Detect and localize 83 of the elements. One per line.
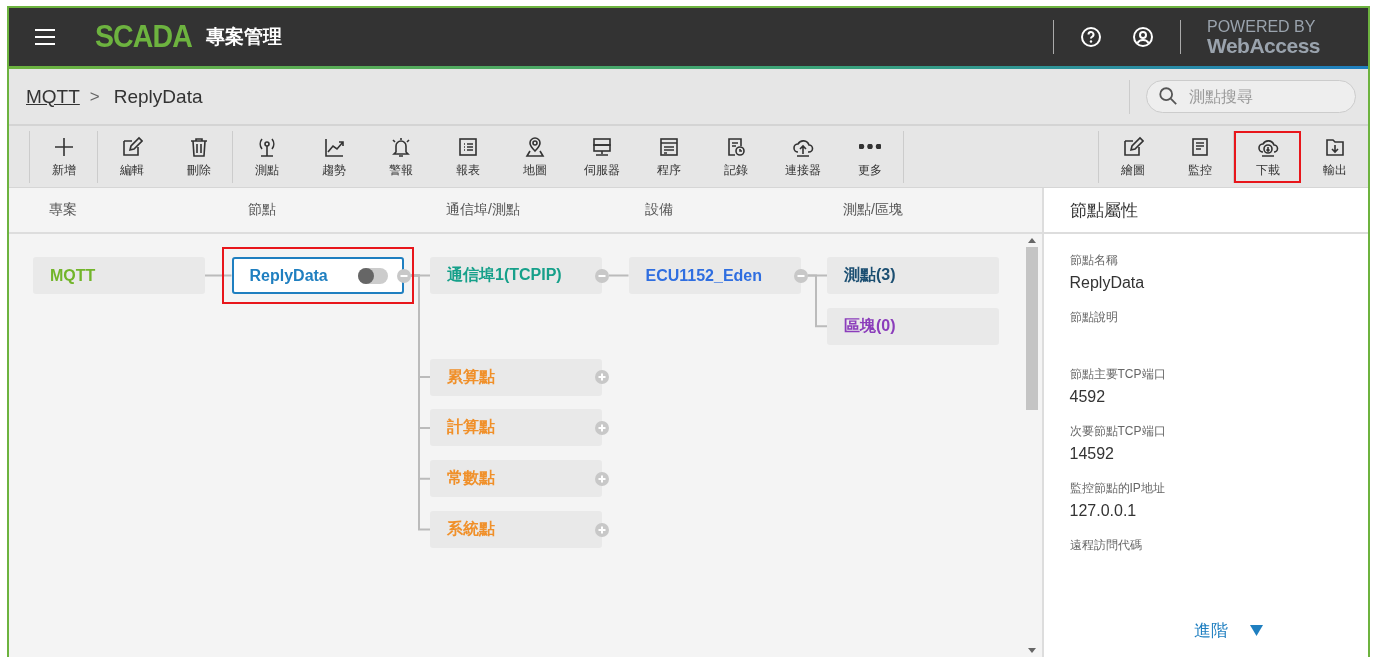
- breadcrumb-link[interactable]: MQTT: [26, 85, 80, 108]
- expand-icon[interactable]: [595, 420, 609, 435]
- node-label: 累算點: [447, 366, 495, 387]
- field-label: 遠程訪問代碼: [1069, 537, 1143, 554]
- map-pin-icon: [523, 136, 546, 158]
- toolbar-button[interactable]: 伺服器: [568, 131, 635, 183]
- column-header: 節點: [247, 201, 277, 219]
- collapse-icon[interactable]: [396, 268, 411, 283]
- toggle-switch[interactable]: [357, 268, 388, 284]
- breadcrumb-current: ReplyData: [113, 85, 203, 108]
- toolbar-button[interactable]: 監控: [1166, 131, 1233, 183]
- folder-download-icon: [1323, 136, 1346, 158]
- collapse-icon[interactable]: [793, 268, 808, 283]
- expand-icon[interactable]: [595, 522, 609, 537]
- toolbar-button[interactable]: 警報: [367, 131, 434, 183]
- advanced-toggle[interactable]: 進階: [1188, 618, 1269, 643]
- more-icon: [858, 144, 881, 149]
- form-icon: [657, 136, 680, 158]
- field-label: 次要節點TCP端口: [1069, 423, 1167, 440]
- node-label: 計算點: [447, 417, 495, 438]
- toolbar-button[interactable]: 報表: [434, 131, 501, 183]
- powered-by-text: POWERED BY: [1207, 18, 1317, 35]
- toolbar-button[interactable]: 地圖: [501, 131, 568, 183]
- panel-title: 節點屬性: [1043, 188, 1368, 234]
- tree-node[interactable]: 測點(3): [827, 257, 999, 294]
- help-icon[interactable]: [1080, 26, 1102, 48]
- column-header: 設備: [644, 201, 674, 219]
- field-label: 節點名稱: [1069, 252, 1119, 269]
- page-title: 專案管理: [206, 25, 283, 49]
- expand-icon[interactable]: [595, 370, 609, 385]
- logo: SCADA: [95, 19, 192, 55]
- node-label: MQTT: [50, 266, 96, 285]
- list-icon: [456, 136, 479, 158]
- node-label: 測點(3): [844, 265, 896, 285]
- search-icon: [1158, 86, 1178, 106]
- brand-logo: WebAccess: [1207, 34, 1320, 56]
- pencil-icon: [120, 136, 143, 158]
- node-label: 系統點: [447, 519, 495, 539]
- server-icon: [590, 136, 613, 158]
- toolbar-button[interactable]: 測點: [233, 131, 300, 183]
- collapse-icon[interactable]: [595, 268, 609, 283]
- search-field[interactable]: 測點搜尋: [1146, 80, 1356, 113]
- tree-node[interactable]: 區塊(0): [827, 307, 999, 345]
- toolbar-button[interactable]: 新增: [30, 131, 97, 183]
- field-label: 節點主要TCP端口: [1069, 366, 1167, 383]
- toolbar-button[interactable]: 趨勢: [300, 131, 367, 183]
- node-label: 通信埠1(TCPIP): [447, 265, 562, 285]
- pencil-icon: [1121, 136, 1144, 158]
- connector-line: [204, 274, 233, 277]
- trend-chart-icon: [322, 136, 345, 158]
- toolbar-button[interactable]: 編輯: [98, 131, 165, 183]
- connector-line: [608, 274, 630, 277]
- field-value: 4592: [1069, 388, 1107, 406]
- column-header: 專案: [49, 201, 78, 219]
- toolbar-button[interactable]: 繪圖: [1099, 131, 1166, 183]
- node-label: ECU1152_Eden: [645, 266, 762, 285]
- node-label: 區塊(0): [844, 315, 896, 336]
- tree-node[interactable]: ReplyData: [231, 257, 404, 294]
- toolbar-button[interactable]: 程序: [635, 131, 702, 183]
- field-value: 127.0.0.1: [1069, 502, 1138, 520]
- field-label: 監控節點的IP地址: [1069, 480, 1166, 497]
- toolbar-button[interactable]: 更多: [836, 131, 903, 183]
- toolbar-button[interactable]: 刪除: [165, 131, 232, 183]
- expand-icon[interactable]: [595, 471, 609, 486]
- scroll-down-icon[interactable]: [1028, 648, 1036, 653]
- column-header: 通信埠/測點: [446, 201, 521, 219]
- bell-icon: [389, 136, 412, 158]
- toolbar-button[interactable]: 輸出: [1301, 131, 1368, 183]
- user-icon[interactable]: [1132, 26, 1154, 48]
- menu-icon[interactable]: [35, 29, 55, 45]
- field-label: 節點說明: [1069, 309, 1119, 326]
- toolbar-button[interactable]: 記錄: [702, 131, 769, 183]
- tree-node[interactable]: ECU1152_Eden: [628, 257, 801, 294]
- toolbar-button[interactable]: 連接器: [769, 131, 836, 183]
- node-label: 常數點: [447, 468, 495, 489]
- plus-icon: [52, 136, 75, 158]
- node-label: ReplyData: [249, 266, 328, 285]
- breadcrumb-separator: >: [89, 86, 100, 107]
- column-header: 測點/區塊: [843, 201, 904, 219]
- toolbar-button[interactable]: 下載: [1234, 131, 1301, 183]
- field-value: ReplyData: [1069, 274, 1146, 292]
- scroll-up-icon[interactable]: [1028, 238, 1036, 243]
- field-value: 14592: [1069, 445, 1115, 463]
